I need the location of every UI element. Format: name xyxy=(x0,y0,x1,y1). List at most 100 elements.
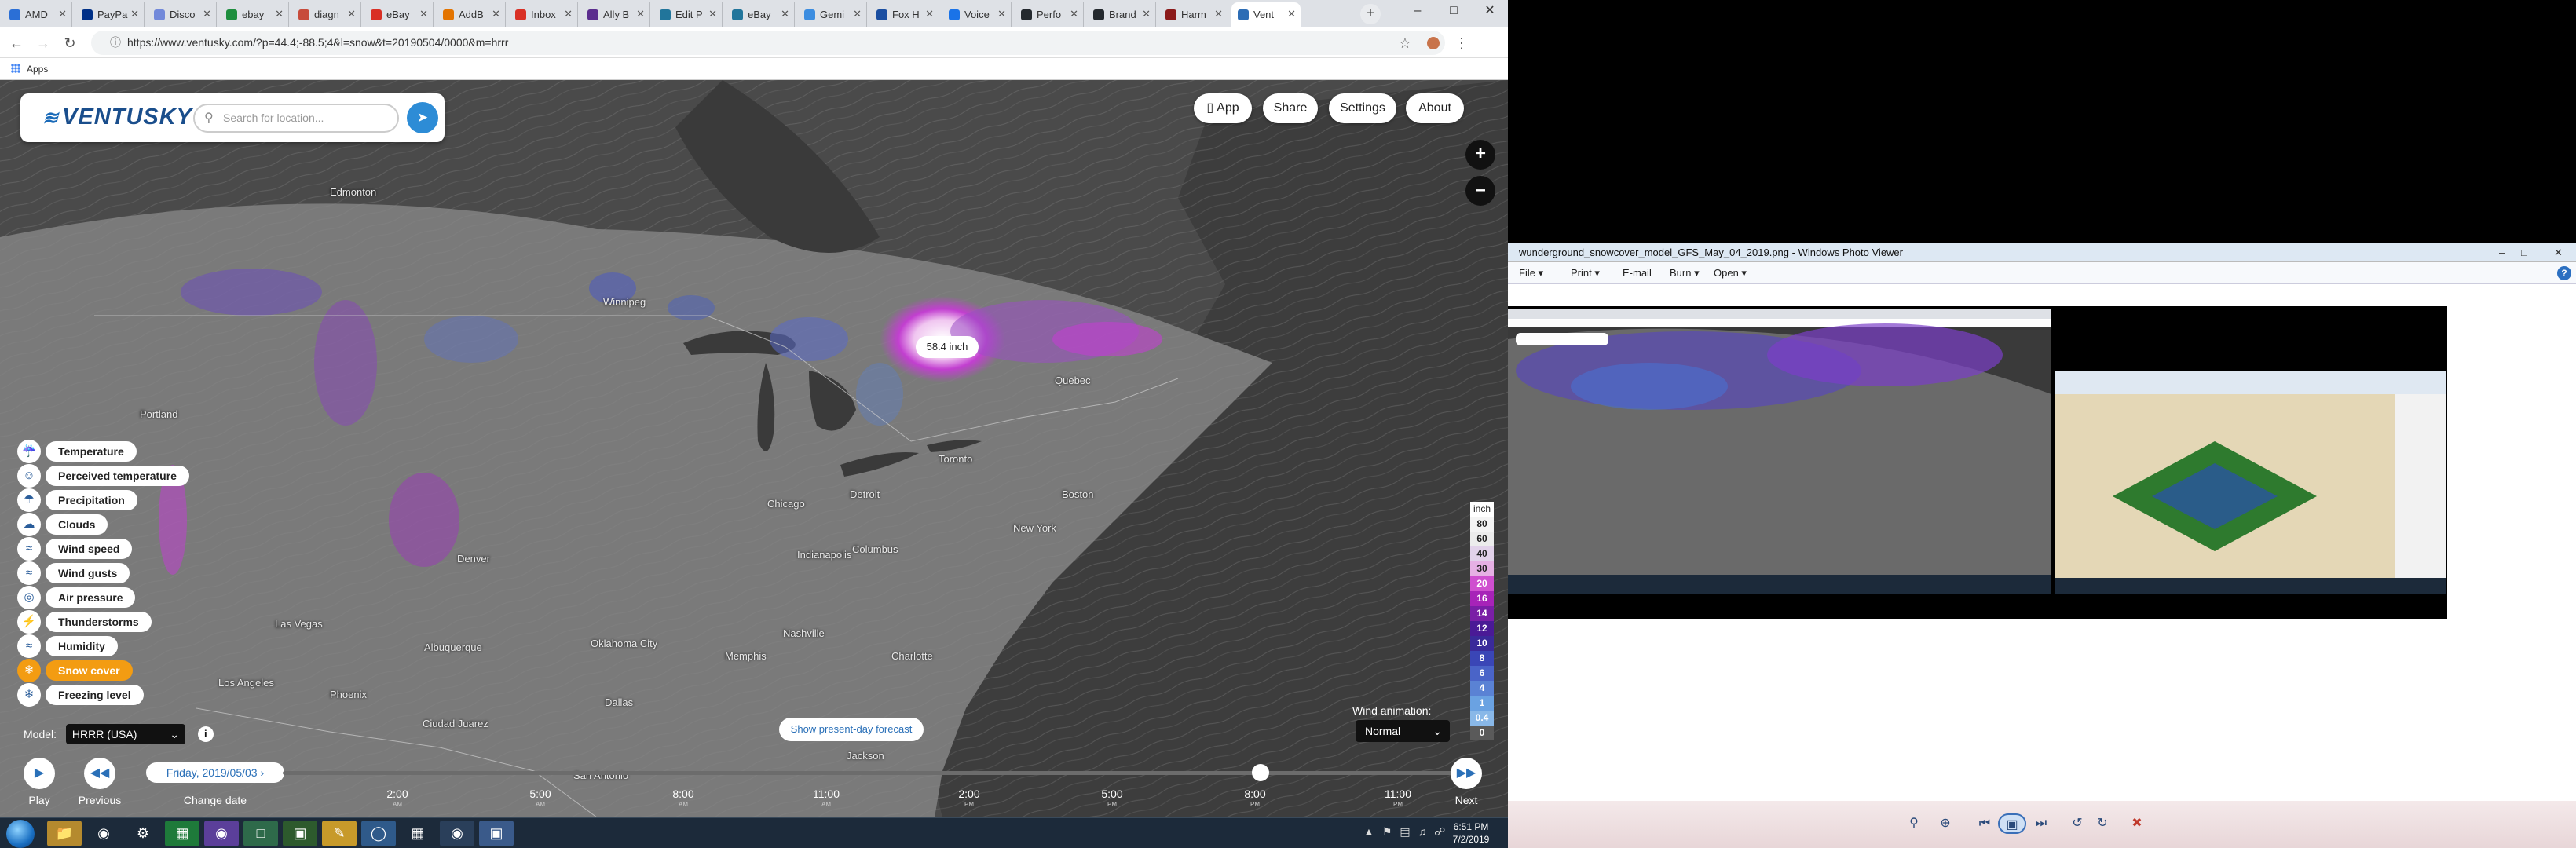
close-tab-icon[interactable]: ✕ xyxy=(347,8,356,20)
close-tab-icon[interactable]: ✕ xyxy=(1142,8,1151,20)
layer-item[interactable]: ◎ Air pressure xyxy=(17,586,136,609)
menu-open[interactable]: Open ▾ xyxy=(1714,262,1747,284)
time-slot[interactable]: 5:00 AM xyxy=(509,788,572,810)
time-slot[interactable]: 2:00 AM xyxy=(366,788,429,810)
close-tab-icon[interactable]: ✕ xyxy=(636,8,645,20)
browser-tab[interactable]: eBay ✕ xyxy=(364,2,434,27)
address-bar[interactable]: ⓘ https://www.ventusky.com/?p=44.4;-88.5;… xyxy=(91,31,1445,55)
browser-tab[interactable]: PayPa ✕ xyxy=(75,2,145,27)
model-select[interactable]: HRRR (USA) ⌄ xyxy=(65,724,185,744)
calculator-icon[interactable]: ▦ xyxy=(401,821,435,846)
layer-item[interactable]: ≈ Wind gusts xyxy=(17,561,130,585)
browser-tab[interactable]: Harm ✕ xyxy=(1159,2,1228,27)
browser-tab[interactable]: eBay ✕ xyxy=(726,2,795,27)
spreadsheet-icon[interactable]: ▦ xyxy=(165,821,199,846)
layer-item[interactable]: ☔ Temperature xyxy=(17,440,137,463)
menu-burn[interactable]: Burn ▾ xyxy=(1670,262,1700,284)
close-tab-icon[interactable]: ✕ xyxy=(1287,8,1296,20)
time-slot[interactable]: 8:00 PM xyxy=(1224,788,1286,810)
time-slot[interactable]: 11:00 AM xyxy=(795,788,858,810)
help-icon[interactable]: ? xyxy=(2557,266,2571,280)
chrome-taskbar-icon[interactable]: ◯ xyxy=(361,821,396,846)
browser-tab[interactable]: Brand ✕ xyxy=(1087,2,1156,27)
zoom-out-button[interactable]: – xyxy=(1465,176,1495,206)
time-slot[interactable]: 2:00 PM xyxy=(938,788,1001,810)
layer-item[interactable]: ≈ Humidity xyxy=(17,634,118,658)
next-image-icon[interactable]: ⏭ xyxy=(2029,813,2053,834)
new-tab-button[interactable]: + xyxy=(1360,4,1381,24)
system-tray[interactable]: ▲⚑▤♫☍ xyxy=(1363,825,1453,839)
apps-bookmark[interactable]: Apps xyxy=(27,64,48,75)
apps-icon[interactable] xyxy=(11,64,20,73)
menu-icon[interactable]: ⋮ xyxy=(1451,33,1472,53)
previous-button[interactable]: ◀◀ xyxy=(84,758,115,789)
time-slot[interactable]: 8:00 AM xyxy=(652,788,715,810)
app-button[interactable]: ▯ App xyxy=(1194,93,1252,123)
reload-icon[interactable]: ↻ xyxy=(60,33,80,53)
close-tab-icon[interactable]: ✕ xyxy=(492,8,500,20)
tool-icon[interactable]: ⚙ xyxy=(126,821,160,846)
minimize-button[interactable]: – xyxy=(1400,0,1436,22)
delete-icon[interactable]: ✖ xyxy=(2125,813,2149,834)
browser-tab[interactable]: AMD ✕ xyxy=(3,2,72,27)
explorer-icon[interactable]: 📁 xyxy=(47,821,82,846)
close-tab-icon[interactable]: ✕ xyxy=(564,8,573,20)
maximize-button[interactable]: □ xyxy=(1436,0,1472,22)
wind-animation-select[interactable]: Normal ⌄ xyxy=(1356,720,1450,742)
date-picker[interactable]: Friday, 2019/05/03 › xyxy=(146,762,284,783)
close-tab-icon[interactable]: ✕ xyxy=(58,8,67,20)
close-window-button[interactable]: ✕ xyxy=(1472,0,1508,22)
rotate-left-icon[interactable]: ↺ xyxy=(2066,813,2089,834)
share-button[interactable]: Share xyxy=(1263,93,1318,123)
ventusky-logo[interactable]: ≋ VENTUSKY xyxy=(42,104,192,130)
menu-email[interactable]: E-mail xyxy=(1623,262,1652,284)
browser-tab[interactable]: Voice ✕ xyxy=(942,2,1012,27)
about-button[interactable]: About xyxy=(1406,93,1464,123)
steam-icon[interactable]: ◉ xyxy=(86,821,121,846)
browser-tab[interactable]: Disco ✕ xyxy=(148,2,217,27)
actual-size-icon[interactable]: ⊕ xyxy=(1934,813,1957,834)
time-slot[interactable]: 11:00 PM xyxy=(1367,788,1429,810)
viewer-minimize-button[interactable]: – xyxy=(2499,243,2505,262)
browser-tab[interactable]: diagn ✕ xyxy=(292,2,361,27)
browser-tab[interactable]: AddB ✕ xyxy=(437,2,506,27)
close-tab-icon[interactable]: ✕ xyxy=(853,8,862,20)
layer-item[interactable]: ❄ Freezing level xyxy=(17,683,144,707)
menu-print[interactable]: Print ▾ xyxy=(1571,262,1600,284)
close-tab-icon[interactable]: ✕ xyxy=(925,8,934,20)
close-tab-icon[interactable]: ✕ xyxy=(997,8,1006,20)
settings-button[interactable]: Settings xyxy=(1329,93,1396,123)
close-tab-icon[interactable]: ✕ xyxy=(203,8,211,20)
locate-button[interactable]: ➤ xyxy=(407,102,438,133)
browser-tab[interactable]: Perfo ✕ xyxy=(1015,2,1084,27)
close-tab-icon[interactable]: ✕ xyxy=(275,8,284,20)
model-info-icon[interactable]: i xyxy=(197,726,214,742)
browser-tab[interactable]: Inbox ✕ xyxy=(509,2,578,27)
zoom-in-button[interactable]: + xyxy=(1465,140,1495,170)
pycharm-icon[interactable]: □ xyxy=(243,821,278,846)
close-tab-icon[interactable]: ✕ xyxy=(1214,8,1223,20)
browser-tab[interactable]: ebay ✕ xyxy=(220,2,289,27)
timeline-track[interactable] xyxy=(283,771,1461,775)
previous-image-icon[interactable]: ⏮ xyxy=(1973,813,1996,834)
present-forecast-button[interactable]: Show present-day forecast xyxy=(779,718,924,741)
photo-viewer-taskbar-icon[interactable]: ▣ xyxy=(479,821,514,846)
layer-item[interactable]: ☁ Clouds xyxy=(17,513,108,536)
clock[interactable]: 6:51 PM 7/2/2019 xyxy=(1444,821,1498,846)
weather-map[interactable]: Edmonton Winnipeg Portland Denver Las Vegas L… xyxy=(0,80,1508,817)
start-button[interactable] xyxy=(6,820,35,848)
close-tab-icon[interactable]: ✕ xyxy=(1070,8,1078,20)
layer-item[interactable]: ❄ Snow cover xyxy=(17,659,133,682)
star-icon[interactable]: ☆ xyxy=(1395,33,1415,53)
slideshow-icon[interactable]: ▣ xyxy=(1998,813,2026,834)
paint-icon[interactable]: ✎ xyxy=(322,821,357,846)
zoom-icon[interactable]: ⚲ xyxy=(1902,813,1926,834)
browser-tab[interactable]: Vent ✕ xyxy=(1231,2,1301,27)
app-icon[interactable]: ▣ xyxy=(283,821,317,846)
viewer-maximize-button[interactable]: □ xyxy=(2521,243,2527,262)
layer-item[interactable]: ≈ Wind speed xyxy=(17,537,133,561)
timeline-handle[interactable] xyxy=(1252,764,1269,781)
browser-tab[interactable]: Fox H ✕ xyxy=(870,2,939,27)
media-icon[interactable]: ◉ xyxy=(204,821,239,846)
back-icon[interactable]: ← xyxy=(6,33,27,53)
